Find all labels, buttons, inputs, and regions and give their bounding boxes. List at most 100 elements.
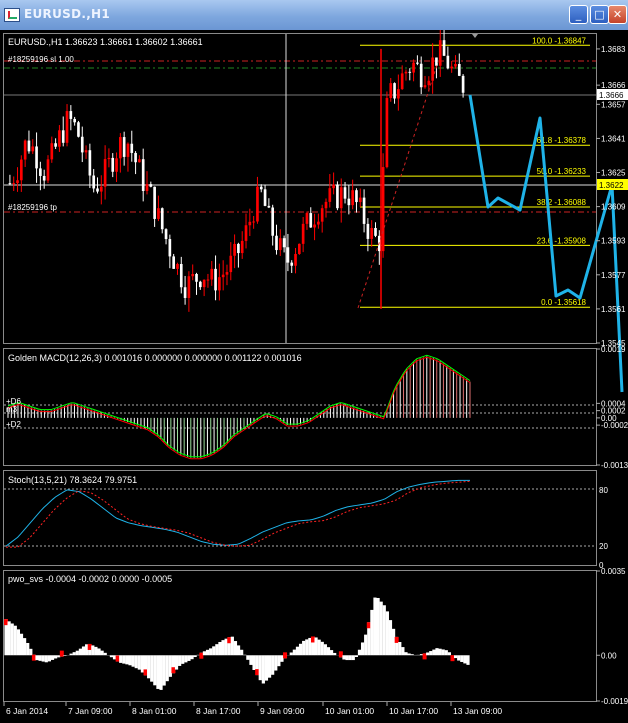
candle-body — [35, 146, 38, 169]
macd-pane[interactable]: Golden MACD(12,26,3) 0.001016 0.000000 0… — [4, 345, 628, 470]
candle-body — [317, 221, 320, 225]
pwo-tick-label: 0.00 — [601, 651, 617, 660]
stop-loss-label: #18259196 sl 1.00 — [8, 55, 74, 64]
candle-body — [416, 62, 419, 64]
pwo-tick-label: -0.0019 — [601, 697, 628, 706]
candle-body — [275, 235, 278, 251]
candle-body — [412, 62, 415, 73]
candle-body — [164, 229, 168, 240]
fibonacci-retracement[interactable]: 100.0 -1.3684761.8 -1.3637850.0 -1.36233… — [360, 36, 590, 308]
pwo-signal-mark — [338, 651, 343, 658]
macd-tick-label: -0.0002 — [601, 421, 628, 430]
chart-canvas[interactable]: 100.0 -1.3684761.8 -1.3637850.0 -1.36233… — [0, 26, 628, 723]
pwo-signal-mark — [171, 667, 176, 674]
candle-body — [461, 75, 465, 93]
candle-body — [336, 184, 339, 209]
pwo-axis[interactable]: 0.0035 0.00 -0.0019 — [596, 567, 628, 706]
candle-body — [309, 213, 313, 228]
candle-body — [195, 273, 198, 282]
candle-body — [404, 71, 408, 74]
price-marker-label: 1.3622 — [599, 181, 624, 190]
pwo-signal-mark — [199, 652, 204, 659]
candle-body — [176, 263, 179, 269]
candle-body — [408, 71, 412, 73]
candle-body — [218, 277, 221, 291]
candle-body — [290, 262, 294, 266]
pwo-signal-mark — [422, 653, 427, 660]
candle-body — [256, 186, 259, 222]
candle-body — [54, 143, 57, 147]
candle-body — [187, 276, 191, 298]
candle-body — [65, 111, 69, 143]
candle-body — [61, 130, 65, 143]
candle-body — [427, 80, 431, 86]
candle-body — [99, 186, 103, 192]
pwo-signal-mark — [87, 643, 92, 650]
candle-body — [347, 198, 351, 206]
chart-area[interactable]: 100.0 -1.36847 61.8 -1.36378 50.0 -1.36233… — [0, 26, 628, 723]
macd-histogram — [7, 356, 471, 458]
candle-body — [358, 197, 362, 203]
candle-body — [286, 247, 290, 263]
pwo-pane[interactable]: pwo_svs -0.0004 -0.0002 0.0000 -0.0005 0… — [4, 567, 628, 706]
candle-body — [73, 118, 76, 123]
fib-level-label: 100.0 -1.36847 — [532, 36, 586, 45]
candle-body — [126, 143, 130, 157]
current-price-label: 1.3666 — [599, 91, 624, 100]
chart-window: EURUSD.,H1 _ □ ✕ 100.0 -1.36847 61.8 -1.3… — [0, 0, 628, 723]
pwo-signal-mark — [115, 655, 120, 662]
price-tick-label: 1.3657 — [601, 100, 626, 109]
candle-body — [240, 240, 244, 254]
candle-body — [179, 263, 183, 288]
candle-body — [160, 208, 164, 230]
candle-body — [50, 143, 54, 160]
price-tick-label: 1.3683 — [601, 45, 626, 54]
candle-body — [80, 136, 84, 153]
candle-body — [88, 150, 92, 176]
candle-body — [225, 272, 229, 275]
candle-body — [381, 167, 385, 252]
price-tick-label: 1.3625 — [601, 169, 626, 178]
candle-body — [385, 98, 389, 168]
candle-body — [438, 40, 442, 66]
main-pane[interactable]: 100.0 -1.3684761.8 -1.3637850.0 -1.36233… — [4, 26, 628, 393]
price-tick-label: 1.3561 — [601, 305, 626, 314]
macd-level-label-m3: m3 — [6, 405, 18, 414]
candle-body — [69, 111, 73, 119]
fib-level-label: 23.6 -1.35908 — [537, 236, 587, 245]
candle-body — [183, 287, 187, 298]
candle-body — [457, 64, 461, 76]
candle-body — [84, 150, 88, 153]
candle-body — [130, 143, 134, 153]
minimize-icon[interactable]: _ — [569, 5, 588, 24]
stoch-main-line — [5, 479, 470, 547]
pwo-signal-mark — [31, 654, 36, 661]
candle-body — [400, 73, 404, 90]
macd-title: Golden MACD(12,26,3) 0.001016 0.000000 0… — [8, 353, 302, 363]
shift-marker[interactable] — [472, 34, 478, 38]
macd-level-label-d2: +D2 — [6, 420, 21, 429]
candle-body — [454, 64, 457, 67]
candle-body — [252, 221, 255, 223]
window-titlebar[interactable]: EURUSD.,H1 _ □ ✕ — [0, 0, 628, 31]
stoch-axis[interactable]: 80200 — [599, 486, 608, 570]
window-title: EURUSD.,H1 — [24, 7, 111, 21]
candle-body — [305, 213, 309, 224]
stochastic-pane[interactable]: Stoch(13,5,21) 78.3624 79.9751 80200 — [4, 475, 608, 570]
candle-body — [366, 223, 370, 239]
candle-body — [122, 137, 126, 157]
fib-level-label: 61.8 -1.36378 — [537, 136, 587, 145]
pwo-signal-mark — [450, 655, 455, 662]
candle-body — [138, 159, 141, 163]
candle-body — [134, 152, 137, 163]
candle-body — [389, 83, 393, 99]
macd-axis[interactable]: 0.00190.00040.00020.00-0.0002-0.0013 — [596, 345, 628, 470]
fib-level-label: 38.2 -1.36088 — [537, 198, 587, 207]
maximize-icon[interactable]: □ — [590, 5, 609, 24]
close-icon[interactable]: ✕ — [608, 5, 627, 24]
candle-body — [446, 55, 450, 69]
pwo-pane-border — [3, 570, 597, 702]
time-tick-label: 8 Jan 01:00 — [132, 706, 177, 716]
stoch-title: Stoch(13,5,21) 78.3624 79.9751 — [8, 475, 137, 485]
time-axis[interactable]: 6 Jan 2014 7 Jan 09:00 8 Jan 01:00 8 Jan 17… — [3, 702, 502, 716]
